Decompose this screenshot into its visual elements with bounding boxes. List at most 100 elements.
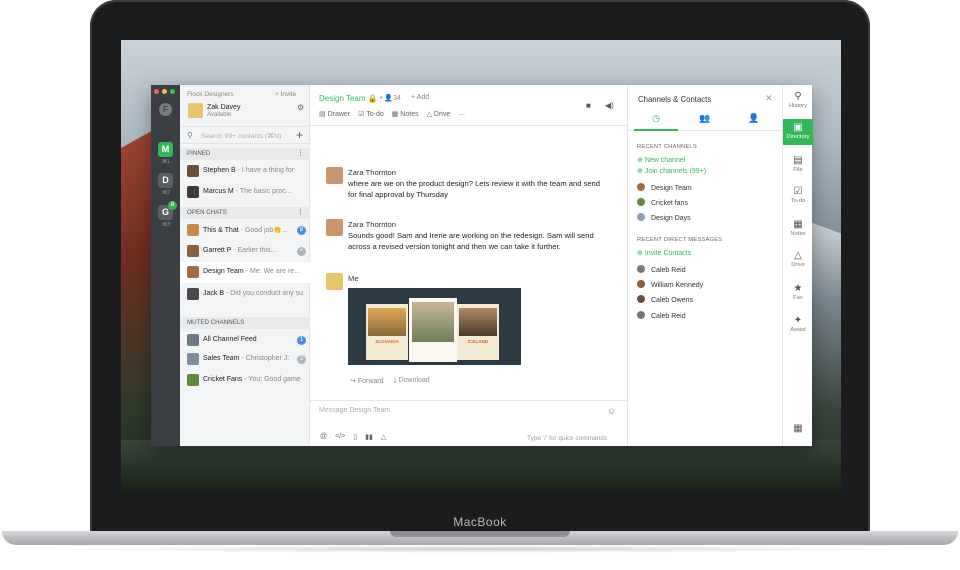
- channels-contacts-panel: Channels & Contacts ✕ ◷ 👥 👤 RECENT CHANN…: [627, 85, 783, 446]
- contact-item[interactable]: Caleb Owens: [637, 295, 693, 304]
- avatar: [187, 374, 199, 386]
- more-tools-button[interactable]: …: [458, 110, 465, 118]
- rail-directory[interactable]: ▣ Directory: [783, 119, 813, 145]
- message-author[interactable]: Zara Thornton: [348, 167, 396, 178]
- tab-groups[interactable]: 👥: [683, 113, 727, 131]
- new-chat-button[interactable]: +: [296, 128, 303, 142]
- chat-row-stephen[interactable]: Stephen B - I have a thing for: [180, 161, 310, 182]
- user-avatar[interactable]: [188, 103, 203, 118]
- chat-row-all-channel-feed[interactable]: All Channel Feed 1: [180, 330, 310, 351]
- header-divider: [310, 125, 627, 126]
- message-text: Sounds good! Sam and Irene are working o…: [348, 231, 594, 251]
- chat-row-text: This & That - Good job👏...: [203, 226, 288, 234]
- recent-channels-header: RECENT CHANNELS: [637, 144, 697, 150]
- message-author[interactable]: Me: [348, 273, 359, 284]
- poll-icon[interactable]: ▮▮: [365, 433, 373, 441]
- rail-label: Assist: [790, 327, 806, 333]
- todo-button[interactable]: ☑ To-do: [358, 110, 384, 118]
- audio-call-icon[interactable]: ◀): [605, 101, 614, 110]
- invite-contacts-button[interactable]: ⊕ Invite Contacts: [637, 249, 691, 257]
- drawer-label: Drawer: [327, 111, 351, 118]
- drive-button[interactable]: △ Drive: [427, 110, 451, 118]
- chat-row-garrett[interactable]: Garrett P - Earlier this... ×: [180, 241, 310, 262]
- panel-title: Channels & Contacts: [638, 95, 712, 104]
- gear-icon[interactable]: ⚙: [297, 103, 304, 112]
- group-icon: 👥: [699, 113, 711, 123]
- tab-contacts[interactable]: 👤: [732, 113, 776, 131]
- message-author[interactable]: Zara Thornton: [348, 219, 396, 230]
- forward-button[interactable]: ↪ Forward: [350, 377, 384, 385]
- tab-recent[interactable]: ◷: [634, 113, 678, 131]
- drive-icon[interactable]: △: [381, 433, 386, 441]
- channel-title[interactable]: Design Team 🔒: [319, 94, 378, 103]
- close-icon[interactable]: ✕: [765, 93, 773, 104]
- laptop-shadow: [40, 545, 920, 553]
- notes-button[interactable]: ▦ Notes: [392, 110, 419, 118]
- code-snippet-icon[interactable]: </>: [335, 433, 345, 441]
- invite-button[interactable]: + Invite: [275, 91, 296, 98]
- conversation-pane: Design Team 🔒 • 👤34 + Add ▤ Drawer ☑ To-…: [310, 85, 627, 446]
- channel-name: Design Days: [651, 215, 691, 222]
- recent-dm-header: RECENT DIRECT MESSAGES: [637, 237, 723, 243]
- close-chat-button[interactable]: ×: [297, 247, 306, 256]
- chat-row-design-team[interactable]: Design Team - Me: We are re...: [180, 262, 310, 283]
- chat-name: All Channel Feed: [203, 336, 257, 343]
- channel-item-design-team[interactable]: Design Team: [637, 183, 692, 192]
- more-icon[interactable]: ⋮: [297, 148, 304, 160]
- more-icon[interactable]: ⋮: [297, 207, 304, 219]
- file-icon[interactable]: ▯: [353, 433, 357, 441]
- rail-history[interactable]: ⚲ History: [783, 89, 813, 115]
- rail-notes[interactable]: ▦ Notes: [783, 219, 813, 245]
- video-call-icon[interactable]: ■: [586, 101, 591, 110]
- laptop-base-notch: [390, 531, 570, 537]
- notes-label: Notes: [400, 111, 419, 118]
- rail-fav[interactable]: ★ Fav: [783, 283, 813, 309]
- chat-row-this-and-that[interactable]: This & That - Good job👏... 8: [180, 220, 310, 241]
- brochure-label: ICELAND: [467, 339, 489, 344]
- rail-todo[interactable]: ☑ To-do: [783, 186, 813, 212]
- composer-divider: [310, 400, 627, 401]
- search-bar[interactable]: ⚲ Search 99+ contacts (⌘N) +: [180, 126, 310, 144]
- join-channels-button[interactable]: ⊕ Join channels (99+): [637, 167, 706, 175]
- rail-file[interactable]: ▤ File: [783, 155, 813, 181]
- app-grid-button[interactable]: ▦: [783, 423, 813, 441]
- close-window-button[interactable]: [154, 89, 159, 94]
- channel-item-design-days[interactable]: Design Days: [637, 213, 691, 222]
- panel-tabs: ◷ 👥 👤: [628, 111, 783, 131]
- avatar: [326, 273, 343, 290]
- rail-label: Drive: [791, 262, 805, 268]
- rail-assist[interactable]: ✦ Assist: [783, 315, 813, 341]
- rail-drive[interactable]: △ Drive: [783, 250, 813, 276]
- user-status[interactable]: Available: [207, 112, 231, 118]
- emoji-icon[interactable]: ☺: [607, 406, 616, 416]
- contact-item[interactable]: Caleb Reid: [637, 265, 686, 274]
- mention-icon[interactable]: @: [320, 433, 327, 441]
- contact-item[interactable]: Caleb Reid: [637, 311, 686, 320]
- contact-item[interactable]: William Kennedy: [637, 280, 703, 289]
- drive-label: Drive: [433, 111, 451, 118]
- chat-row-cricket-fans[interactable]: Cricket Fans - You: Good game: [180, 370, 310, 391]
- team-m-shortcut: ⌘1: [162, 159, 170, 165]
- channel-item-cricket-fans[interactable]: Cricket fans: [637, 198, 688, 207]
- member-count-value: 34: [393, 95, 401, 102]
- chat-row-sales-team[interactable]: Sales Team - Christopher J: 2: [180, 349, 310, 370]
- search-input[interactable]: Search 99+ contacts (⌘N): [201, 132, 281, 140]
- team-d[interactable]: D: [158, 173, 173, 188]
- minimize-window-button[interactable]: [162, 89, 167, 94]
- chat-row-jack[interactable]: Jack B - Did you conduct any su: [180, 284, 310, 305]
- add-member-button[interactable]: + Add: [411, 94, 429, 101]
- message-input[interactable]: Message Design Team: [319, 407, 390, 414]
- flock-logo-icon[interactable]: F: [159, 103, 172, 116]
- maximize-window-button[interactable]: [170, 89, 175, 94]
- team-m[interactable]: M: [158, 142, 173, 157]
- drive-icon: △: [794, 250, 802, 261]
- invite-contacts-label: Invite Contacts: [644, 250, 692, 257]
- download-button[interactable]: ⤓ Download: [394, 377, 430, 385]
- drawer-button[interactable]: ▤ Drawer: [319, 110, 350, 118]
- app-rail: ⚲ History ▣ Directory ▤ File ☑ To-do ▦ Notes …: [782, 85, 813, 446]
- chat-list-sidebar: Flock Designers + Invite Zak Davey Avail…: [180, 85, 310, 446]
- member-count[interactable]: • 👤34: [380, 94, 401, 102]
- new-channel-button[interactable]: ⊕ New channel: [637, 156, 685, 164]
- shared-image[interactable]: SLOVAKIA ICELAND: [348, 288, 521, 365]
- chat-row-marcus[interactable]: Marcus M - The basic proc...: [180, 182, 310, 203]
